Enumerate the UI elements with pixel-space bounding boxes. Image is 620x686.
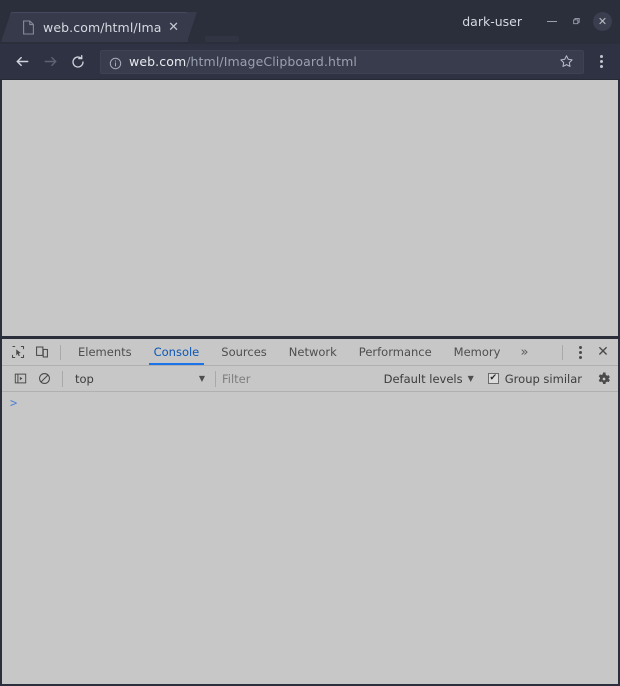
filter-divider-2 [215, 370, 216, 387]
url-host: web.com [129, 54, 187, 69]
console-filter-bar: top ▼ Filter Default levels ▼ ✔ Group si… [2, 366, 618, 392]
console-prompt-row[interactable]: > [2, 392, 618, 415]
devtools-toolbar: Elements Console Sources Network Perform… [2, 339, 618, 366]
log-levels-dropdown[interactable]: Default levels ▼ [380, 372, 478, 386]
browser-tab[interactable]: web.com/html/Ima ✕ [1, 12, 197, 42]
tab-memory[interactable]: Memory [443, 339, 512, 365]
filter-divider-1 [62, 370, 63, 387]
url-path: /html/ImageClipboard.html [186, 54, 357, 69]
console-input[interactable] [23, 397, 612, 411]
tab-title: web.com/html/Ima [43, 19, 162, 35]
page-icon [22, 19, 35, 35]
info-circle-icon[interactable] [109, 55, 122, 70]
console-sidebar-icon[interactable] [8, 367, 32, 391]
chevron-down-icon: ▼ [198, 374, 205, 383]
window-controls: dark-user ✕ [462, 8, 612, 34]
tab-console[interactable]: Console [143, 339, 211, 365]
devtools-panel: Elements Console Sources Network Perform… [0, 339, 620, 686]
forward-button[interactable] [36, 48, 64, 76]
page-viewport[interactable] [0, 80, 620, 336]
user-profile-label: dark-user [462, 13, 522, 29]
tab-performance[interactable]: Performance [348, 339, 443, 365]
console-context-selector[interactable]: top ▼ [69, 369, 209, 388]
tab-network[interactable]: Network [278, 339, 348, 365]
minimize-button[interactable] [540, 9, 564, 33]
gear-icon[interactable] [592, 368, 616, 390]
tab-sources[interactable]: Sources [210, 339, 278, 365]
group-similar-toggle[interactable]: ✔ Group similar [487, 371, 582, 386]
browser-window: web.com/html/Ima ✕ dark-user ✕ web.com/h… [0, 0, 620, 686]
browser-menu-icon[interactable] [590, 49, 612, 75]
console-prompt-chevron-icon: > [10, 396, 18, 410]
inspect-element-icon[interactable] [6, 340, 30, 364]
chevron-down-icon-levels: ▼ [467, 374, 474, 383]
maximize-button[interactable] [564, 9, 588, 33]
reload-button[interactable] [64, 48, 92, 76]
new-tab-area[interactable] [205, 36, 239, 42]
console-context-value: top [75, 371, 94, 386]
star-icon[interactable] [559, 54, 575, 70]
address-bar[interactable]: web.com/html/ImageClipboard.html [100, 49, 584, 74]
tab-overflow-icon[interactable]: » [511, 339, 537, 365]
back-button[interactable] [8, 48, 36, 76]
devtools-menu-icon[interactable] [569, 339, 591, 365]
url-text: web.com/html/ImageClipboard.html [129, 54, 559, 69]
clear-console-icon[interactable] [32, 367, 56, 391]
console-message-area[interactable]: > [2, 392, 618, 684]
devtools-close-icon[interactable]: ✕ [591, 340, 615, 364]
group-similar-label: Group similar [504, 371, 582, 386]
device-toolbar-icon[interactable] [30, 340, 54, 364]
log-levels-label: Default levels [383, 371, 463, 386]
tab-close-icon[interactable]: ✕ [166, 19, 182, 35]
group-similar-checkbox[interactable]: ✔ [487, 373, 499, 384]
tab-elements[interactable]: Elements [67, 339, 143, 365]
console-filter-input[interactable]: Filter [222, 369, 380, 388]
close-window-button[interactable]: ✕ [593, 11, 612, 31]
toolbar-divider-right [562, 344, 563, 360]
navigation-toolbar: web.com/html/ImageClipboard.html [0, 44, 620, 80]
devtools-toolbar-right: ✕ [556, 339, 618, 365]
tab-strip: web.com/html/Ima ✕ dark-user ✕ [0, 0, 620, 44]
toolbar-divider [60, 344, 61, 360]
devtools-tab-list: Elements Console Sources Network Perform… [67, 339, 556, 365]
